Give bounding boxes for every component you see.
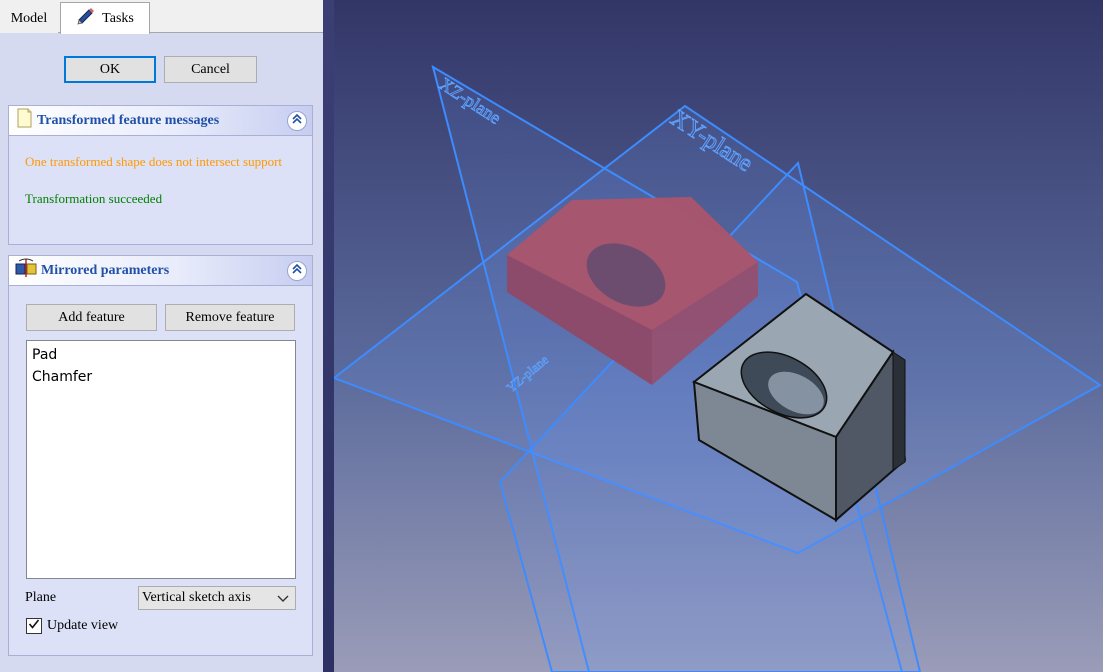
warning-message: One transformed shape does not intersect… bbox=[25, 154, 283, 169]
add-feature-button[interactable]: Add feature bbox=[26, 304, 157, 331]
plane-label: Plane bbox=[25, 590, 57, 605]
mirrored-feature-icon bbox=[15, 258, 37, 283]
messages-panel-header[interactable]: Transformed feature messages bbox=[9, 106, 312, 136]
plane-select[interactable]: Vertical sketch axis bbox=[138, 586, 296, 610]
combo-view-tabbar: Model Tasks bbox=[0, 0, 325, 34]
tab-model[interactable]: Model bbox=[0, 4, 58, 33]
update-view-label: Update view bbox=[47, 618, 119, 633]
collapse-messages-button[interactable] bbox=[287, 111, 307, 131]
messages-panel-title: Transformed feature messages bbox=[37, 112, 220, 128]
feature-list[interactable]: Pad Chamfer bbox=[26, 340, 296, 579]
plane-select-value: Vertical sketch axis bbox=[142, 590, 251, 605]
panel-splitter[interactable] bbox=[323, 0, 334, 672]
document-icon bbox=[15, 108, 33, 133]
tab-tasks[interactable]: Tasks bbox=[60, 2, 150, 34]
chevron-down-icon bbox=[277, 593, 289, 609]
remove-feature-button[interactable]: Remove feature bbox=[165, 304, 295, 331]
cancel-button[interactable]: Cancel bbox=[164, 56, 257, 83]
success-message: Transformation succeeded bbox=[25, 191, 163, 206]
tab-model-label: Model bbox=[10, 10, 48, 26]
checkmark-icon bbox=[28, 618, 40, 635]
task-panel: Model Tasks OK Cancel Transformed featur… bbox=[0, 0, 325, 672]
3d-viewport[interactable]: XZ-plane XY-plane YZ-plane bbox=[334, 0, 1103, 672]
chevron-up-double-icon bbox=[291, 113, 303, 130]
pencil-icon bbox=[76, 7, 96, 30]
mirrored-panel-title: Mirrored parameters bbox=[41, 262, 170, 278]
ok-button[interactable]: OK bbox=[64, 56, 156, 83]
list-item[interactable]: Chamfer bbox=[32, 366, 290, 388]
mirrored-panel-header[interactable]: Mirrored parameters bbox=[9, 256, 312, 286]
update-view-checkbox[interactable] bbox=[26, 618, 42, 634]
collapse-mirrored-button[interactable] bbox=[287, 261, 307, 281]
tab-tasks-label: Tasks bbox=[102, 10, 134, 26]
list-item[interactable]: Pad bbox=[32, 344, 290, 366]
chevron-up-double-icon bbox=[291, 263, 303, 280]
mirrored-parameters-panel: Mirrored parameters Add feature Remove f… bbox=[8, 255, 313, 656]
transformed-feature-messages-panel: Transformed feature messages One transfo… bbox=[8, 105, 313, 245]
